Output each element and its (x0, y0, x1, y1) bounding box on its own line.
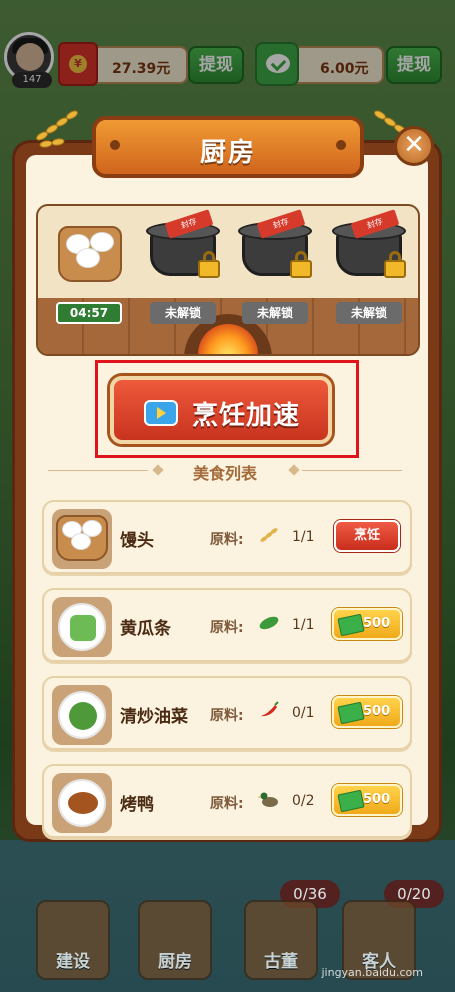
cucumber-icon (259, 616, 279, 630)
recipe-card: 馒头 原料: 1/1 烹饪 (42, 500, 412, 574)
slot-locked-label: 未解锁 (242, 302, 308, 324)
nav-kitchen[interactable]: 厨房 (138, 900, 212, 980)
kitchen-scene: 04:57 封存 未解锁 封存 未解锁 封存 未解锁 (36, 204, 420, 356)
nav-label: 厨房 (158, 952, 192, 972)
recipe-name: 烤鸭 (120, 795, 154, 815)
close-button[interactable]: ✕ (394, 126, 434, 166)
cooking-slot-3[interactable]: 封存 未解锁 (238, 209, 318, 324)
chili-icon (261, 701, 279, 717)
lock-icon (290, 251, 312, 278)
highlight-box (95, 360, 359, 458)
buy-button[interactable]: 500 (332, 696, 402, 728)
material-label: 原料: (210, 620, 244, 636)
steamer-icon (58, 226, 122, 282)
cash-icon (337, 613, 365, 637)
roast-duck-icon (58, 779, 106, 827)
recipe-name: 黄瓜条 (120, 619, 171, 639)
watermark: jingyan.baidu.com (321, 966, 423, 979)
recipe-card: 烤鸭 原料: 0/2 500 (42, 764, 412, 838)
material-qty: 0/1 (292, 705, 315, 721)
lock-icon (198, 251, 220, 278)
cucumber-dish-icon (58, 603, 106, 651)
food-list-header: 美食列表 (40, 460, 410, 483)
cash-icon (337, 789, 365, 813)
cooking-timer: 04:57 (56, 302, 122, 324)
recipe-thumb (52, 685, 112, 745)
nav-label: 古董 (264, 952, 298, 972)
dialog-title: 厨房 (199, 138, 256, 168)
steamed-bun-icon (56, 515, 108, 561)
slot-locked-label: 未解锁 (336, 302, 402, 324)
cash-icon (337, 701, 365, 725)
material-qty: 0/2 (292, 793, 315, 809)
price-value: 500 (363, 704, 391, 719)
price-value: 500 (363, 792, 391, 807)
buy-button[interactable]: 500 (332, 608, 402, 640)
material-label: 原料: (210, 708, 244, 724)
duck-icon (258, 792, 278, 807)
food-list-title: 美食列表 (192, 464, 257, 483)
material-label: 原料: (210, 796, 244, 812)
slot-locked-label: 未解锁 (150, 302, 216, 324)
nav-antique[interactable]: 古董 (244, 900, 318, 980)
wheat-decoration-icon (36, 110, 78, 148)
lock-icon (384, 251, 406, 278)
greens-dish-icon (58, 691, 106, 739)
cooking-slot-4[interactable]: 封存 未解锁 (332, 209, 412, 324)
dialog-title-plank: 厨房 (92, 116, 364, 178)
cooking-slot-2[interactable]: 封存 未解锁 (146, 209, 226, 324)
material-label: 原料: (210, 532, 244, 548)
recipe-card: 黄瓜条 原料: 1/1 500 (42, 588, 412, 662)
nav-build[interactable]: 建设 (36, 900, 110, 980)
material-qty: 1/1 (292, 617, 315, 633)
cooking-slot-1[interactable]: 04:57 (52, 216, 132, 324)
recipe-name: 馒头 (120, 531, 154, 551)
price-value: 500 (363, 616, 391, 631)
wheat-icon (260, 528, 278, 542)
recipe-thumb (52, 773, 112, 833)
material-qty: 1/1 (292, 529, 315, 545)
recipe-thumb (52, 509, 112, 569)
cook-button[interactable]: 烹饪 (334, 520, 400, 552)
recipe-thumb (52, 597, 112, 657)
buy-button[interactable]: 500 (332, 784, 402, 816)
nav-label: 建设 (56, 952, 90, 972)
recipe-card: 清炒油菜 原料: 0/1 500 (42, 676, 412, 750)
recipe-name: 清炒油菜 (120, 707, 188, 727)
